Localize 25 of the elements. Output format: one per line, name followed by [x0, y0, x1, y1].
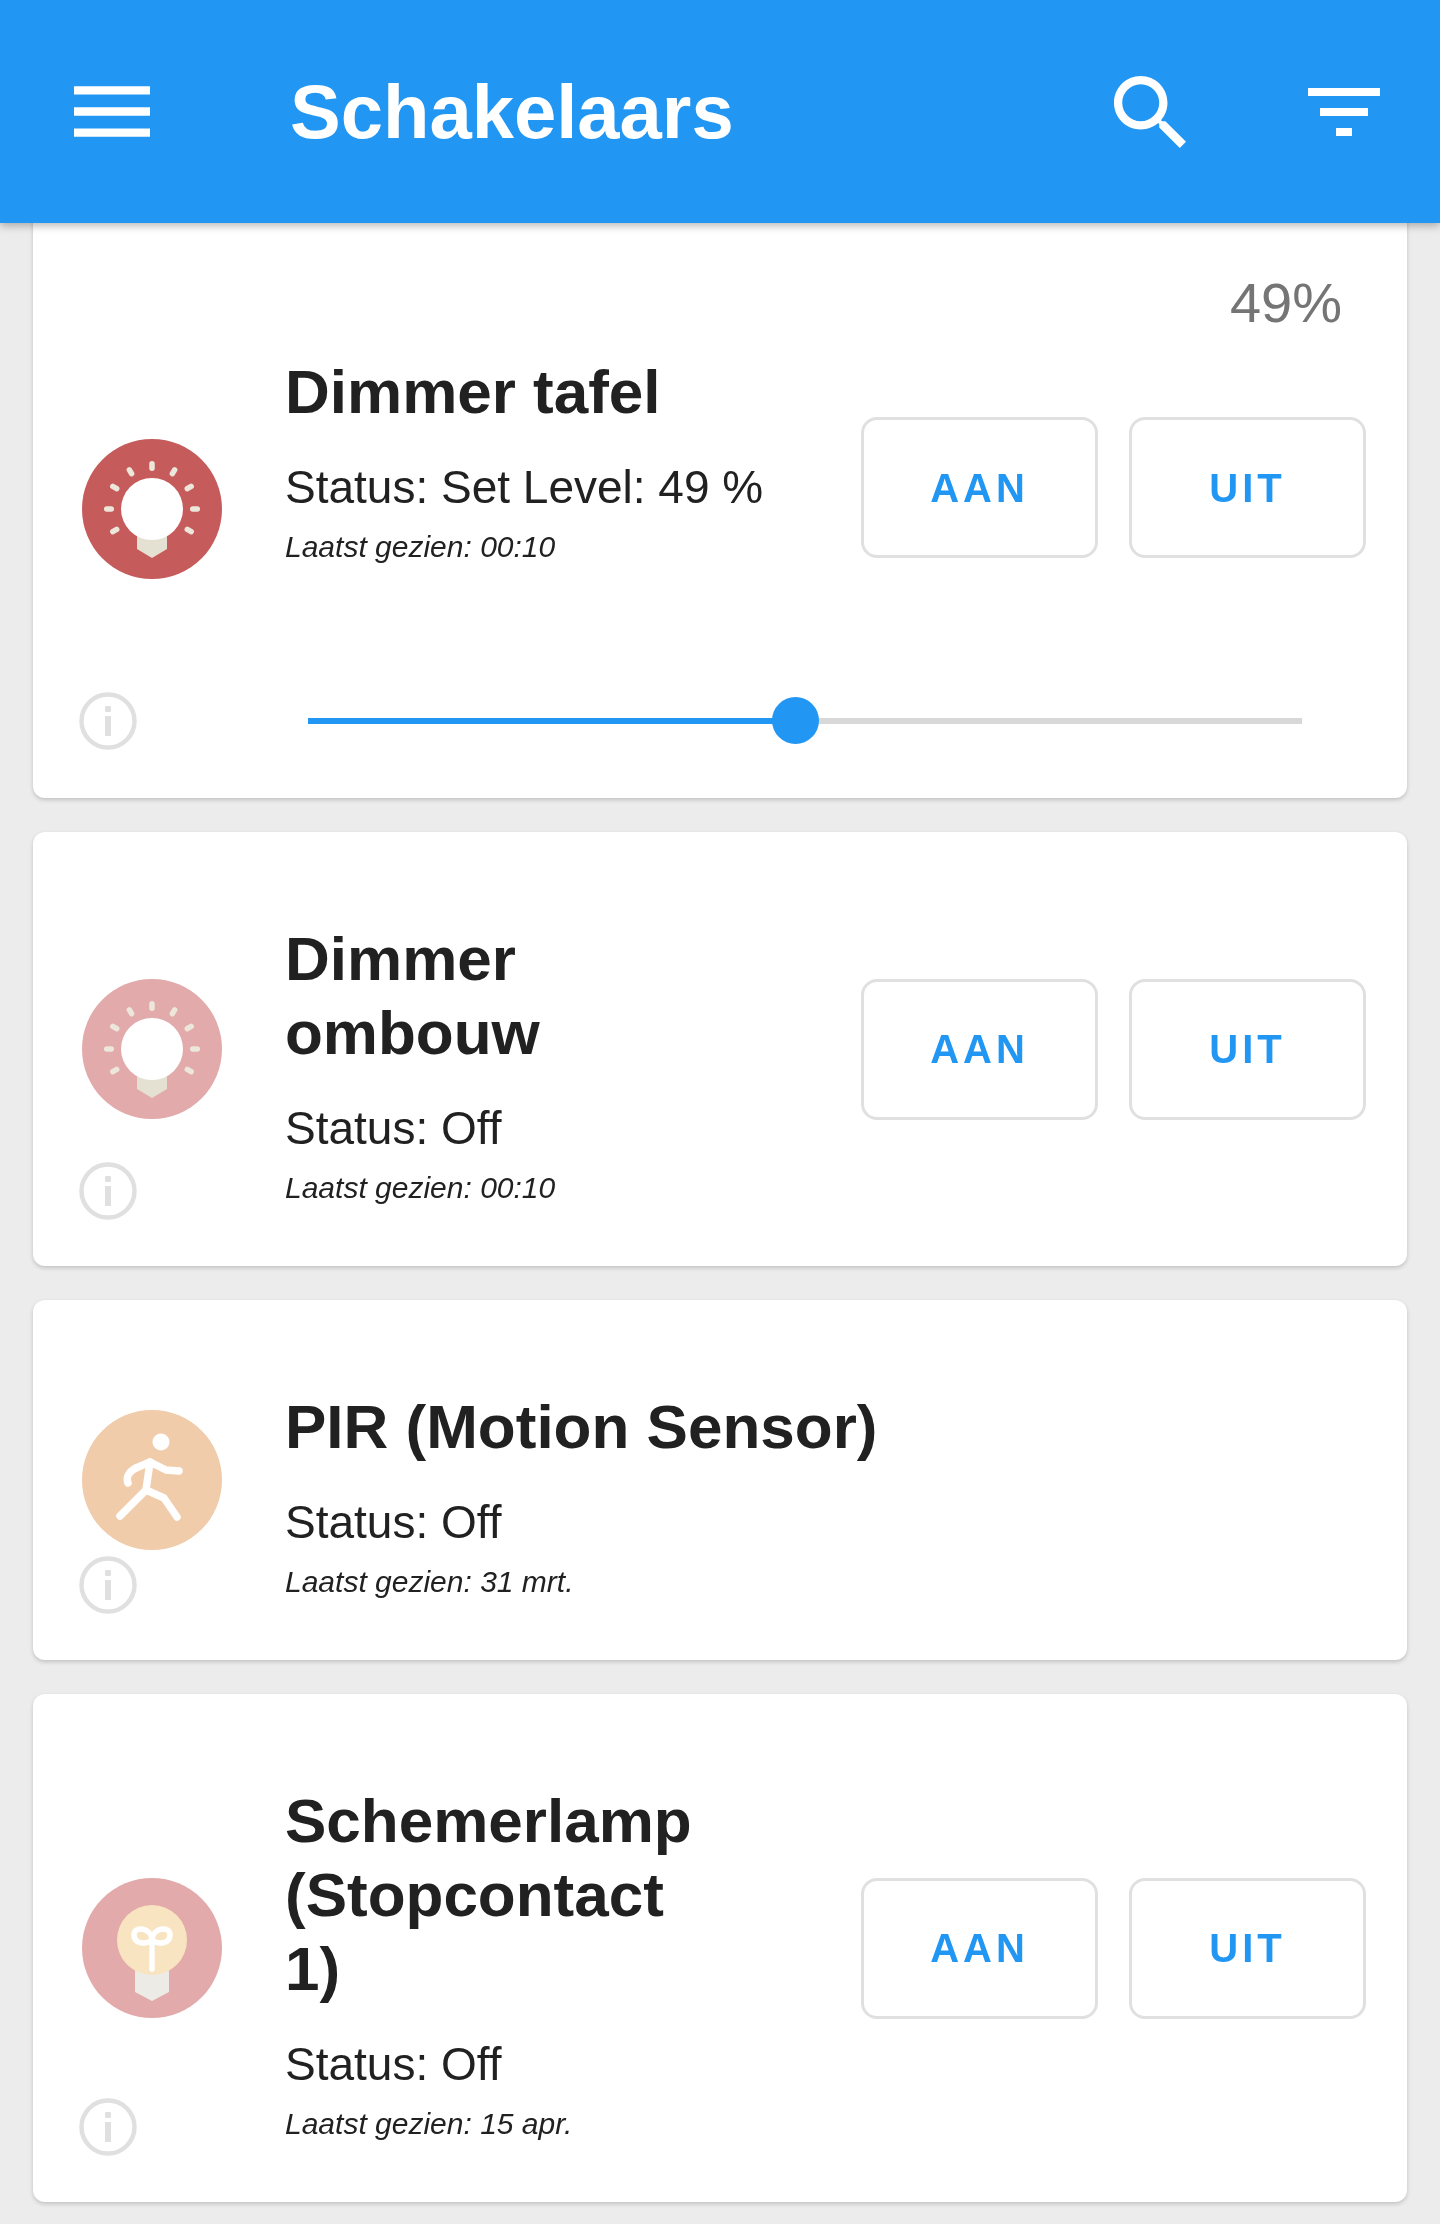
- device-name: Dimmer ombouw: [285, 923, 541, 1069]
- device-status: Status: Off: [285, 1495, 503, 1550]
- slider-thumb[interactable]: [771, 697, 819, 744]
- last-seen-text: Laatst gezien: 31 mrt.: [285, 1564, 575, 1600]
- slider-track[interactable]: [308, 697, 1302, 744]
- device-status: Status: Set Level: 49 %: [285, 460, 765, 515]
- device-name: Schemerlamp (Stopcontact 1): [285, 1785, 693, 2005]
- on-button[interactable]: AAN: [861, 417, 1098, 558]
- last-seen-text: Laatst gezien: 15 apr.: [285, 2106, 574, 2142]
- last-seen-text: Laatst gezien: 00:10: [285, 1170, 557, 1206]
- off-button[interactable]: UIT: [1129, 978, 1366, 1120]
- last-seen-text: Laatst gezien: 00:10: [285, 529, 557, 565]
- off-button[interactable]: UIT: [1129, 1877, 1366, 2019]
- device-status: Status: Off: [285, 1101, 503, 1156]
- on-button[interactable]: AAN: [861, 978, 1098, 1120]
- device-status: Status: Off: [285, 2037, 503, 2092]
- app-title: Schakelaars: [290, 67, 734, 156]
- level-readout: 49%: [1229, 275, 1342, 331]
- menu-icon[interactable]: [74, 86, 150, 137]
- search-icon[interactable]: [1114, 75, 1186, 148]
- device-name: PIR (Motion Sensor): [285, 1391, 879, 1463]
- filter-icon[interactable]: [1308, 87, 1380, 136]
- off-button[interactable]: UIT: [1129, 417, 1366, 558]
- on-button[interactable]: AAN: [861, 1877, 1098, 2019]
- device-name: Dimmer tafel: [285, 356, 662, 428]
